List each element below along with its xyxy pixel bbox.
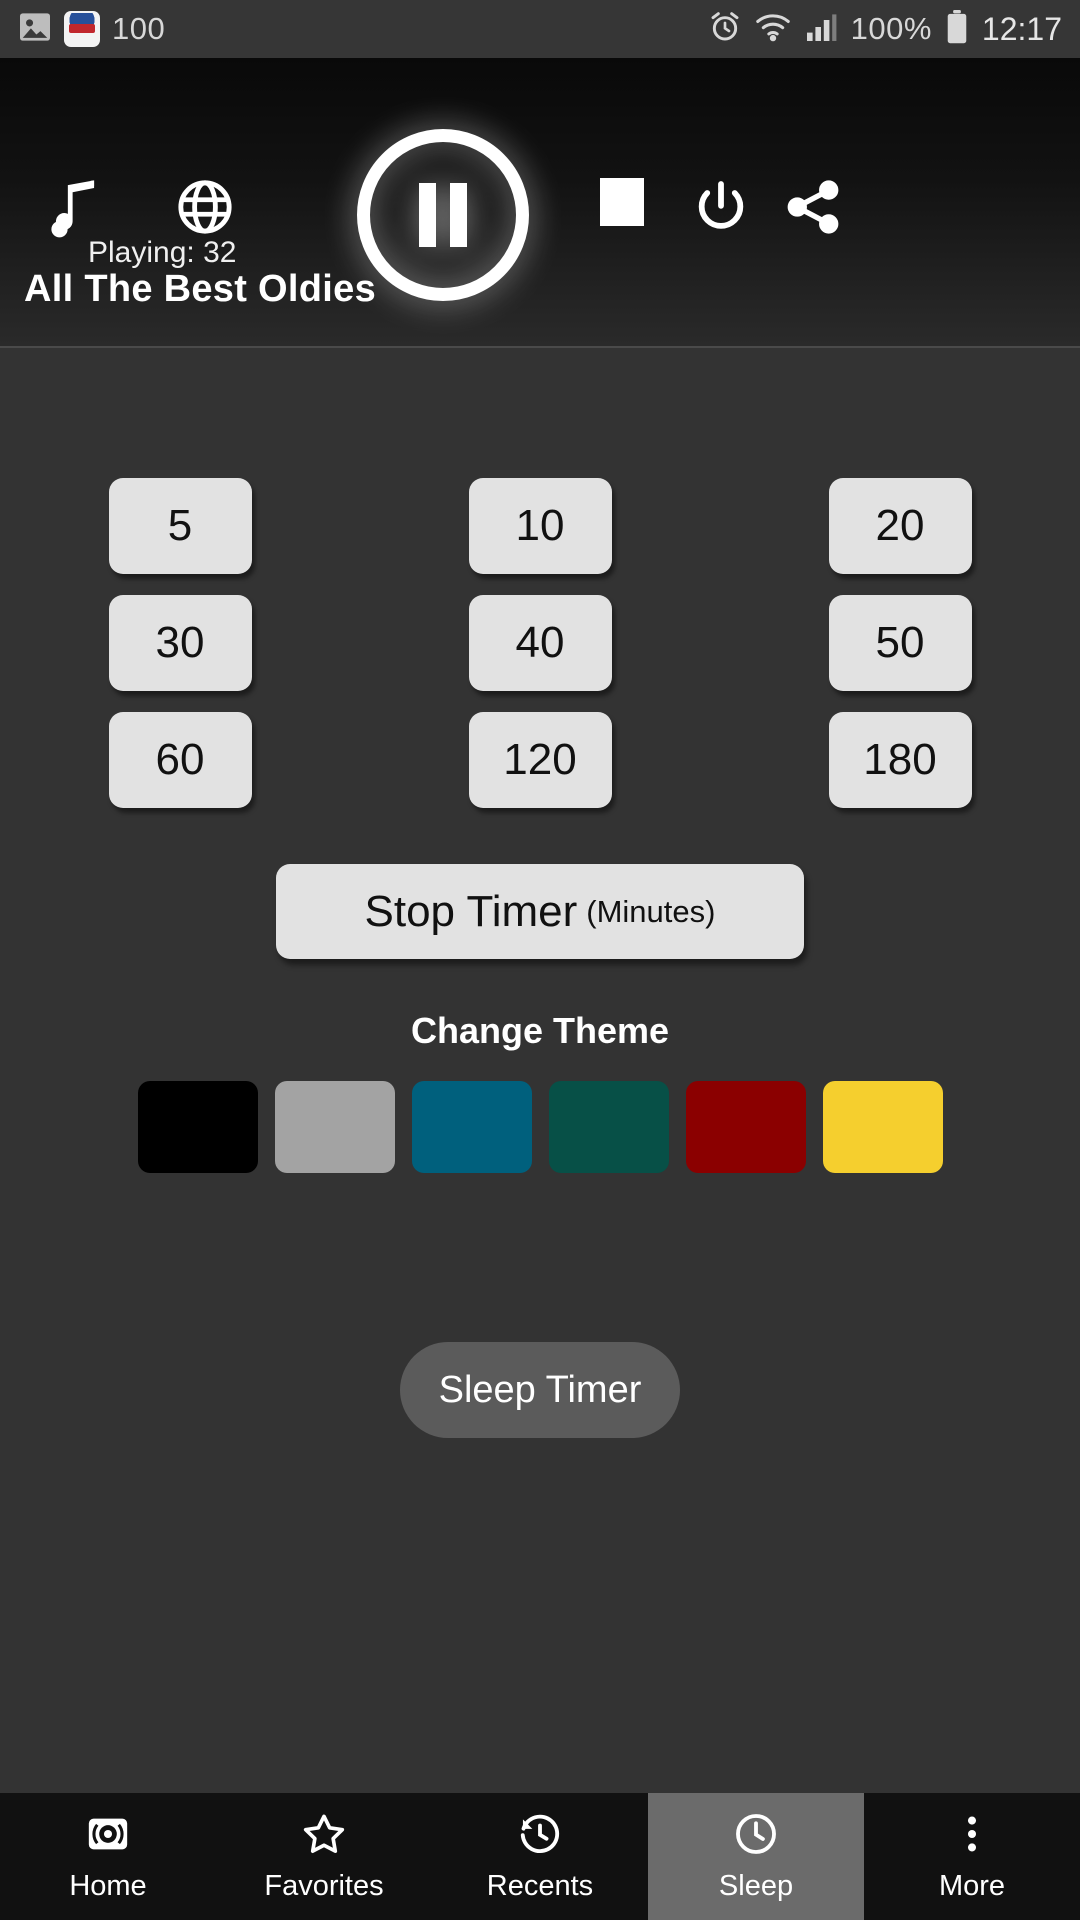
nav-item-sleep[interactable]: Sleep [648,1793,864,1920]
station-title: All The Best Oldies [24,268,377,310]
cellular-icon [805,13,837,46]
theme-swatch-blue[interactable] [411,1081,532,1173]
stop-timer-label: Stop Timer [364,886,578,936]
timer-option-button[interactable]: 20 [828,478,972,574]
theme-swatch-gray[interactable] [274,1081,395,1173]
stop-icon [600,178,644,226]
theme-swatch-red[interactable] [685,1081,806,1173]
history-icon [517,1810,563,1858]
status-bar-right: 100% 12:17 [709,9,1062,49]
timer-option-button[interactable]: 50 [828,595,972,691]
pause-icon [419,183,467,247]
wifi-icon [755,12,791,47]
stop-timer-units: (Minutes) [586,893,716,929]
nav-label-sleep: Sleep [718,1870,794,1902]
stop-timer-row: Stop Timer (Minutes) [0,864,1080,959]
stop-timer-button[interactable]: Stop Timer (Minutes) [276,864,804,959]
image-icon [18,12,52,47]
timer-options-grid: 5 10 20 30 40 50 60 120 180 [0,478,1080,808]
nav-item-recents[interactable]: Recents [432,1793,648,1920]
theme-swatch-black[interactable] [137,1081,258,1173]
pause-button[interactable] [357,129,529,301]
globe-icon[interactable] [176,178,234,236]
nav-label-favorites: Favorites [264,1870,384,1902]
status-clock: 12:17 [981,10,1062,47]
nav-item-favorites[interactable]: Favorites [216,1793,432,1920]
nav-label-more: More [938,1870,1006,1902]
app-root: 100 100% 12:17 Playing: 32 All The Best … [0,0,1080,1920]
music-note-icon[interactable] [46,178,104,240]
status-signal-text: 100 [112,11,166,46]
header-divider [0,346,1080,348]
nav-label-home: Home [69,1870,147,1902]
status-bar-left: 100 [18,11,165,47]
sleep-timer-button[interactable]: Sleep Timer [400,1342,680,1438]
battery-percent-text: 100% [850,11,932,46]
timer-option-button[interactable]: 30 [108,595,252,691]
more-vertical-icon [949,1810,995,1858]
power-button[interactable] [692,178,750,236]
timer-option-button[interactable]: 60 [108,712,252,808]
star-icon [301,1810,347,1858]
nav-item-home[interactable]: Home [0,1793,216,1920]
battery-icon [946,9,968,49]
bottom-navigation: Home Favorites Recents Sleep More [0,1793,1080,1920]
timer-option-button[interactable]: 10 [468,478,612,574]
nav-item-more[interactable]: More [864,1793,1080,1920]
nav-label-recents: Recents [486,1870,594,1902]
timer-option-button[interactable]: 120 [468,712,612,808]
theme-swatch-green[interactable] [548,1081,669,1173]
playing-count-label: Playing: 32 [88,236,237,269]
status-bar: 100 100% 12:17 [0,0,1080,58]
alarm-icon [709,11,741,48]
app-badge-icon [64,11,100,47]
timer-option-button[interactable]: 180 [828,712,972,808]
sleep-timer-row: Sleep Timer [0,1342,1080,1438]
share-button[interactable] [784,178,842,236]
stop-button[interactable] [600,178,644,226]
theme-swatch-row [0,1081,1080,1177]
timer-option-button[interactable]: 40 [468,595,612,691]
theme-swatch-yellow[interactable] [822,1081,943,1173]
player-controls-row: Playing: 32 [0,58,1080,301]
radio-icon [85,1810,131,1858]
clock-icon [733,1810,779,1858]
timer-option-button[interactable]: 5 [108,478,252,574]
change-theme-label: Change Theme [410,1010,670,1051]
